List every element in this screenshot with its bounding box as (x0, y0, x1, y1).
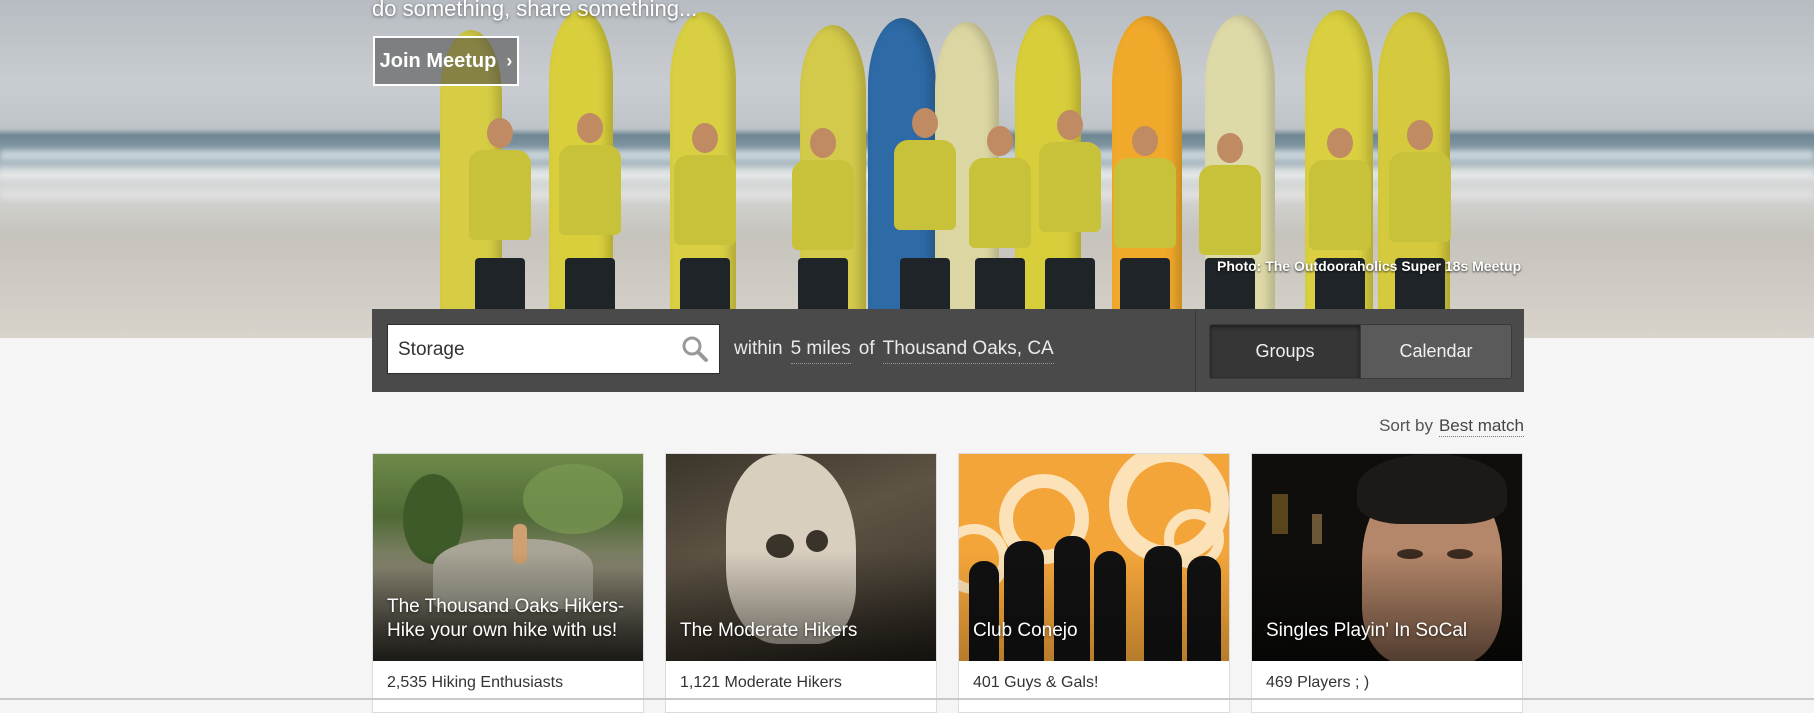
group-member-count: 401 Guys & Gals! (973, 674, 1099, 691)
group-member-count: 469 Players ; ) (1266, 674, 1370, 691)
group-name: Club Conejo (973, 620, 1078, 641)
location-selector[interactable]: Thousand Oaks, CA (882, 338, 1054, 364)
person-figure (1295, 128, 1385, 338)
divider (1195, 309, 1196, 392)
group-card[interactable]: Club Conejo 401 Guys & Gals! (958, 453, 1230, 713)
person-figure (1375, 120, 1465, 338)
search-input[interactable] (388, 325, 680, 375)
group-name: Singles Playin' In SoCal (1266, 620, 1468, 641)
group-name: The Thousand Oaks Hikers-Hike your own h… (387, 596, 625, 641)
person-figure (1185, 133, 1275, 338)
chevron-right-icon: › (506, 50, 513, 71)
group-photo: Singles Playin' In SoCal (1252, 454, 1522, 661)
sort-control: Sort by Best match (1379, 416, 1524, 437)
person-figure (660, 123, 750, 338)
search-box (387, 324, 720, 375)
view-toggle: Groups Calendar (1209, 324, 1512, 379)
hero-banner: do something, share something... Join Me… (0, 0, 1814, 338)
photo-credit: Photo: The Outdooraholics Super 18s Meet… (1217, 258, 1522, 274)
search-bar: within 5 miles of Thousand Oaks, CA Grou… (372, 309, 1524, 392)
group-photo: The Thousand Oaks Hikers-Hike your own h… (373, 454, 643, 661)
join-meetup-label: Join Meetup (379, 49, 497, 72)
person-figure (545, 113, 635, 338)
person-figure (455, 118, 545, 338)
group-card[interactable]: Singles Playin' In SoCal 469 Players ; ) (1251, 453, 1523, 713)
group-photo: The Moderate Hikers (666, 454, 936, 661)
hero-tagline: do something, share something... (372, 0, 698, 21)
search-icon[interactable] (681, 335, 709, 363)
person-figure (778, 128, 868, 338)
of-label: of (858, 338, 875, 359)
group-member-count: 1,121 Moderate Hikers (680, 674, 842, 691)
calendar-view-button[interactable]: Calendar (1360, 325, 1511, 378)
distance-selector[interactable]: 5 miles (790, 338, 851, 364)
group-name: The Moderate Hikers (680, 620, 858, 641)
within-label: within (734, 338, 783, 359)
person-figure (1100, 126, 1190, 338)
search-scope: within 5 miles of Thousand Oaks, CA (734, 338, 1054, 364)
groups-view-button[interactable]: Groups (1210, 325, 1360, 378)
join-meetup-button[interactable]: Join Meetup › (373, 36, 519, 86)
sort-selector[interactable]: Best match (1438, 416, 1524, 437)
group-card[interactable]: The Thousand Oaks Hikers-Hike your own h… (372, 453, 644, 713)
sort-label: Sort by (1379, 416, 1433, 435)
group-member-count: 2,535 Hiking Enthusiasts (387, 674, 564, 691)
group-photo: Club Conejo (959, 454, 1229, 661)
group-card[interactable]: The Moderate Hikers 1,121 Moderate Hiker… (665, 453, 937, 713)
group-results: The Thousand Oaks Hikers-Hike your own h… (372, 453, 1524, 713)
